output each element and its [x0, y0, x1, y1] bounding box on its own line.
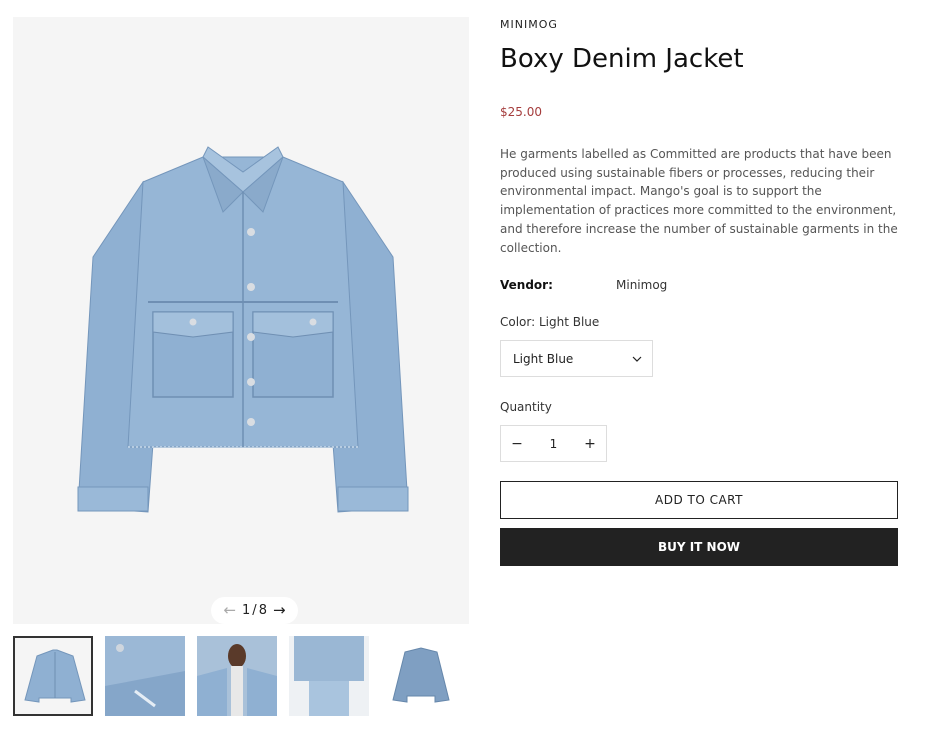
- brand-label[interactable]: MINIMOG: [500, 18, 558, 31]
- product-description: He garments labelled as Committed are pr…: [500, 147, 898, 255]
- quantity-value[interactable]: 1: [550, 437, 558, 451]
- back-detail-thumbnail-image: [289, 636, 369, 716]
- denim-jacket-image: [77, 146, 409, 513]
- thumbnail-3[interactable]: [197, 636, 277, 716]
- color-select[interactable]: Light Blue: [500, 340, 653, 377]
- arrow-right-icon[interactable]: →: [273, 603, 286, 618]
- vendor-value[interactable]: Minimog: [616, 278, 667, 292]
- jacket-back-thumbnail-image: [381, 636, 461, 716]
- color-select-value: Light Blue: [513, 351, 574, 366]
- quantity-decrease-button[interactable]: −: [509, 436, 525, 452]
- thumbnail-5[interactable]: [381, 636, 461, 716]
- quantity-stepper: − 1 +: [500, 425, 607, 462]
- jacket-front-thumbnail-image: [15, 638, 91, 714]
- pager-total: 8: [258, 603, 267, 618]
- main-product-image[interactable]: ← 1/8 →: [13, 17, 469, 624]
- product-price: $25.00: [500, 105, 542, 119]
- product-title: Boxy Denim Jacket: [500, 44, 744, 74]
- quantity-increase-button[interactable]: +: [582, 436, 598, 452]
- color-label: Color: Light Blue: [500, 315, 600, 329]
- buy-it-now-button[interactable]: BUY IT NOW: [500, 528, 898, 566]
- pager-separator: /: [252, 603, 257, 618]
- vendor-row: Vendor: Minimog: [500, 278, 667, 292]
- model-thumbnail-image: [197, 636, 277, 716]
- thumbnail-strip: [13, 636, 461, 716]
- quantity-label: Quantity: [500, 400, 552, 414]
- denim-detail-thumbnail-image: [105, 636, 185, 716]
- thumbnail-4[interactable]: [289, 636, 369, 716]
- image-pager: ← 1/8 →: [211, 597, 298, 624]
- arrow-left-icon[interactable]: ←: [223, 603, 236, 618]
- pager-current: 1: [242, 603, 251, 618]
- thumbnail-2[interactable]: [105, 636, 185, 716]
- vendor-label: Vendor:: [500, 278, 553, 292]
- add-to-cart-button[interactable]: ADD TO CART: [500, 481, 898, 519]
- chevron-down-icon: [632, 356, 642, 362]
- thumbnail-1[interactable]: [13, 636, 93, 716]
